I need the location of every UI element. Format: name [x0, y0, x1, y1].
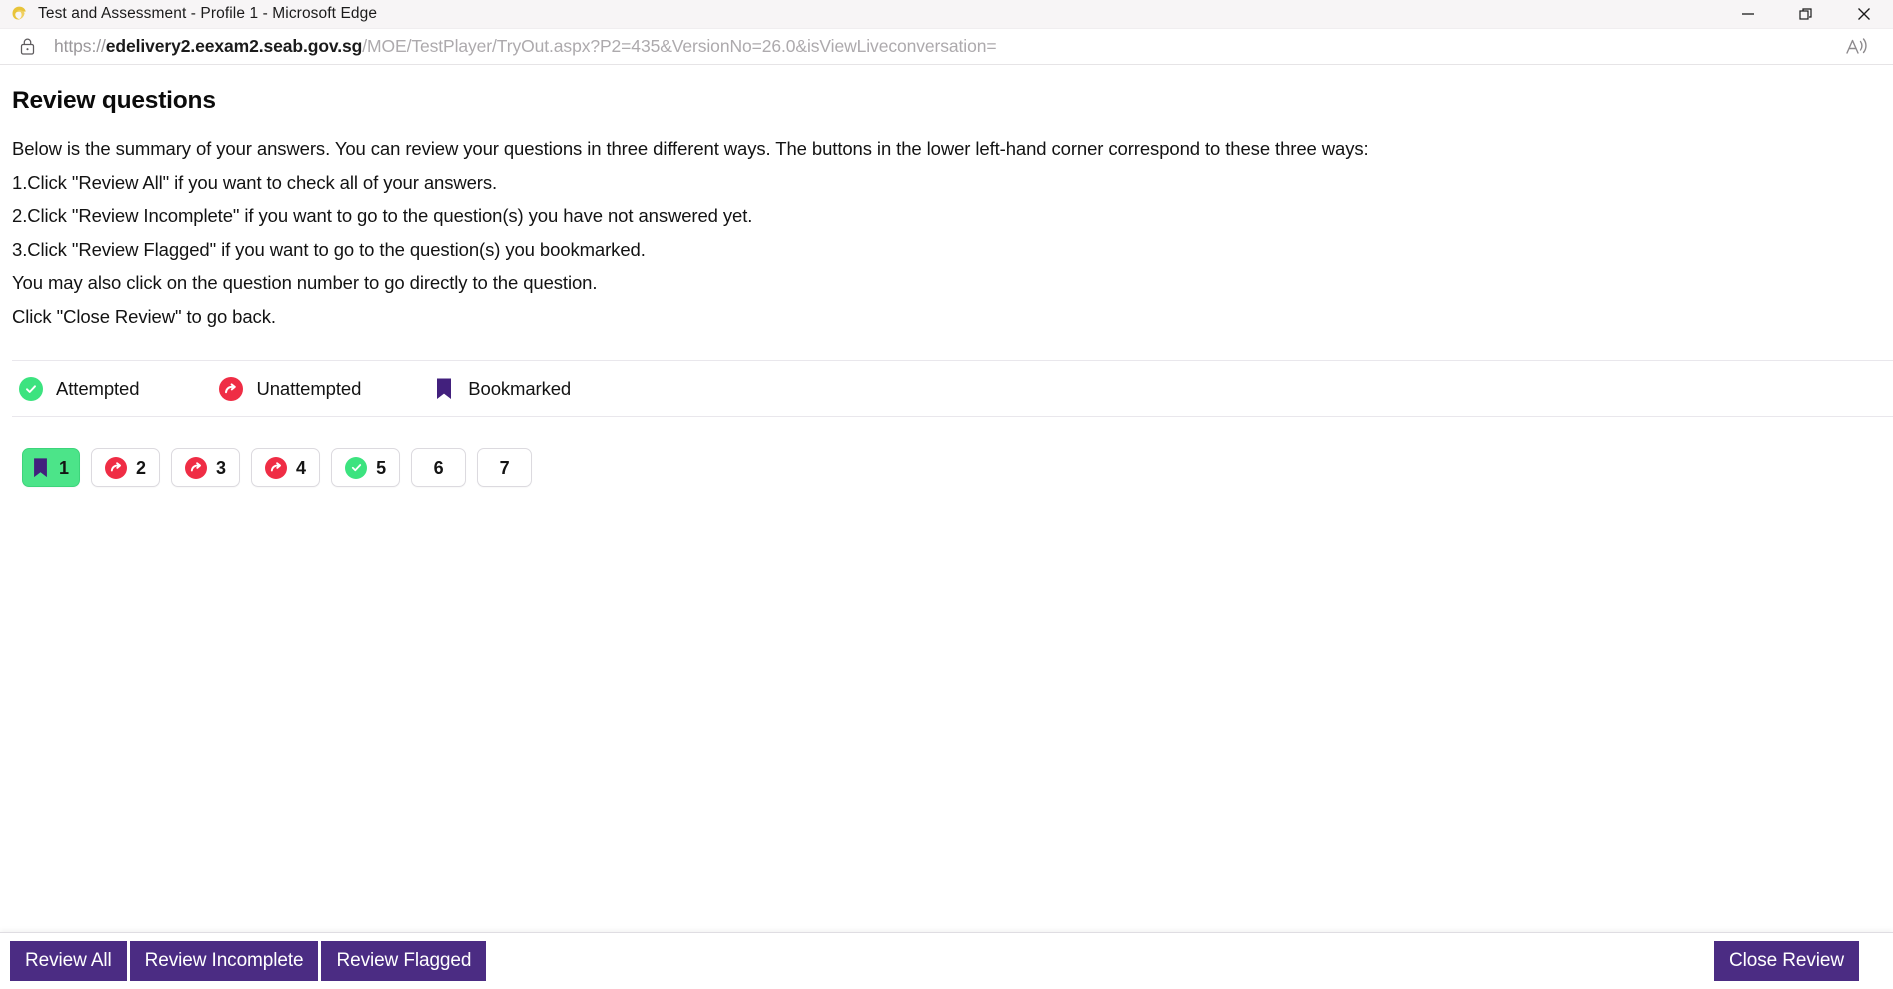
- bookmark-icon: [433, 376, 455, 402]
- question-button-7[interactable]: 7: [477, 448, 533, 487]
- lock-icon[interactable]: [14, 34, 40, 60]
- question-number: 4: [296, 457, 307, 478]
- check-circle-icon: [345, 456, 368, 479]
- arrow-circle-icon: [219, 376, 244, 401]
- question-number-grid: 1 2 3 4 5 6 7: [12, 448, 1893, 487]
- url-path: /MOE/TestPlayer/TryOut.aspx?P2=435&Versi…: [362, 35, 997, 56]
- legend-item-unattempted: Unattempted: [219, 376, 362, 401]
- legend-divider-bottom: [12, 416, 1893, 417]
- question-number: 2: [136, 457, 147, 478]
- legend-label-attempted: Attempted: [56, 377, 140, 399]
- question-button-6[interactable]: 6: [411, 448, 467, 487]
- question-button-5[interactable]: 5: [331, 448, 401, 487]
- page-title: Review questions: [12, 87, 216, 114]
- question-number: 1: [59, 457, 70, 478]
- instruction-line: 1.Click "Review All" if you want to chec…: [12, 171, 498, 193]
- arrow-circle-icon: [185, 456, 208, 479]
- address-bar[interactable]: https://edelivery2.eexam2.seab.gov.sg/MO…: [0, 29, 1893, 65]
- window-title: Test and Assessment - Profile 1 - Micros…: [38, 5, 378, 22]
- instruction-line: 3.Click "Review Flagged" if you want to …: [12, 238, 646, 260]
- question-number: 5: [376, 457, 387, 478]
- browser-window: Test and Assessment - Profile 1 - Micros…: [0, 0, 1893, 989]
- read-aloud-icon[interactable]: [1841, 30, 1875, 64]
- page-viewport: Review questions Below is the summary of…: [0, 65, 1893, 989]
- status-legend: Attempted Unattempted Bookmarked: [12, 361, 1893, 416]
- restore-icon[interactable]: [1777, 0, 1835, 29]
- instructions-block: Below is the summary of your answers. Yo…: [12, 132, 1893, 333]
- question-button-4[interactable]: 4: [251, 448, 321, 487]
- window-controls: [1719, 0, 1893, 29]
- legend-label-bookmarked: Bookmarked: [468, 377, 572, 399]
- question-button-2[interactable]: 2: [91, 448, 161, 487]
- bookmark-icon: [31, 456, 50, 480]
- instruction-line: Click "Close Review" to go back.: [12, 305, 276, 327]
- question-number: 3: [216, 457, 227, 478]
- question-button-1[interactable]: 1: [22, 448, 81, 487]
- legend-label-unattempted: Unattempted: [256, 377, 362, 399]
- review-flagged-button[interactable]: Review Flagged: [321, 941, 487, 981]
- arrow-circle-icon: [105, 456, 128, 479]
- review-incomplete-button[interactable]: Review Incomplete: [129, 941, 319, 981]
- close-review-button[interactable]: Close Review: [1714, 941, 1859, 981]
- question-button-3[interactable]: 3: [171, 448, 241, 487]
- url-scheme: https://: [54, 35, 106, 56]
- edge-logo-icon: [8, 3, 30, 25]
- review-panel: Review questions Below is the summary of…: [0, 65, 1893, 487]
- footer-left-actions: Review All Review Incomplete Review Flag…: [10, 941, 487, 981]
- review-all-button[interactable]: Review All: [10, 941, 127, 981]
- question-number: 7: [499, 457, 510, 478]
- instruction-line: Below is the summary of your answers. Yo…: [12, 138, 1369, 159]
- footer-right-actions: Close Review: [1714, 941, 1883, 981]
- close-icon[interactable]: [1835, 0, 1893, 29]
- legend-item-bookmarked: Bookmarked: [433, 376, 571, 402]
- instruction-line: You may also click on the question numbe…: [12, 272, 598, 293]
- minimize-icon[interactable]: [1719, 0, 1777, 29]
- question-number: 6: [433, 457, 444, 478]
- url-display[interactable]: https://edelivery2.eexam2.seab.gov.sg/MO…: [54, 35, 997, 56]
- check-circle-icon: [19, 376, 43, 401]
- url-host: edelivery2.eexam2.seab.gov.sg: [105, 35, 363, 56]
- arrow-circle-icon: [265, 456, 288, 479]
- legend-item-attempted: Attempted: [19, 376, 140, 401]
- instruction-line: 2.Click "Review Incomplete" if you want …: [12, 205, 753, 226]
- browser-titlebar: Test and Assessment - Profile 1 - Micros…: [0, 0, 1893, 29]
- review-footer: Review All Review Incomplete Review Flag…: [0, 932, 1893, 989]
